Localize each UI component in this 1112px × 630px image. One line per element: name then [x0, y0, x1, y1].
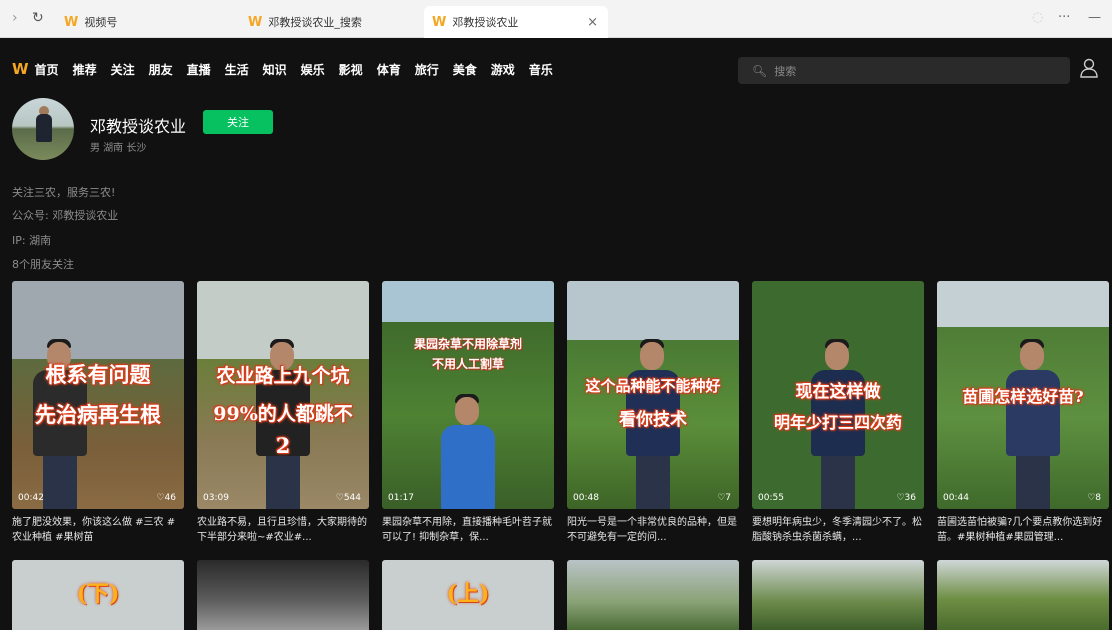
profile-bio: 关注三农，服务三农!	[12, 186, 116, 199]
tab-label: 邓教授谈农业_搜索	[268, 16, 362, 29]
video-overlay-subtitle: 不用人工割草	[431, 357, 504, 371]
search-icon: 🔍︎	[752, 63, 768, 78]
video-overlay-title: 苗圃怎样选好苗?	[962, 387, 1084, 406]
nav-item-home[interactable]: 首页	[35, 61, 59, 78]
video-overlay-subtitle: 99%的人都跳不	[213, 403, 353, 425]
search-input[interactable]: 🔍︎ 搜索	[738, 57, 1070, 84]
video-caption[interactable]: 果园杂草不用除，直接播种毛叶苕子就可以了! 抑制杂草，保...	[382, 515, 554, 547]
nav-item-games[interactable]: 游戏	[491, 61, 515, 78]
tab-video-channel[interactable]: W 视频号	[56, 6, 226, 38]
tab-label: 视频号	[84, 16, 118, 29]
video-thumbnail[interactable]: 根系有问题 先治病再生根 00:42 ♡46	[12, 281, 184, 509]
nav-item-food[interactable]: 美食	[453, 61, 477, 78]
video-duration: 00:42	[18, 493, 44, 503]
channel-logo-icon[interactable]: W	[12, 60, 29, 78]
video-overlay-title: (下)	[76, 581, 120, 607]
video-thumbnail[interactable]: 现在这样做 明年少打三四次药 00:55 ♡36	[752, 281, 924, 509]
channel-logo-icon: W	[432, 14, 447, 30]
nav-item-live[interactable]: 直播	[187, 61, 211, 78]
video-thumbnail[interactable]: 农业路上九个坑 99%的人都跳不 2 03:09 ♡544	[197, 281, 369, 509]
shield-icon: ◌	[1032, 10, 1044, 25]
nav-item-travel[interactable]: 旅行	[415, 61, 439, 78]
video-card[interactable]: 苗圃怎样选好苗? 00:44 ♡8 苗圃选苗怕被骗?几个要点教你选到好苗。#果树…	[937, 281, 1109, 547]
video-caption[interactable]: 阳光一号是一个非常优良的品种，但是不可避免有一定的问...	[567, 515, 739, 547]
user-icon[interactable]	[1080, 58, 1098, 78]
video-duration: 00:55	[758, 493, 784, 503]
video-thumbnail[interactable]: 果园杂草不用除草剂 不用人工割草 01:17	[382, 281, 554, 509]
video-duration: 03:09	[203, 493, 229, 503]
video-caption[interactable]: 农业路不易，且行且珍惜，大家期待的下半部分来啦~#农业#...	[197, 515, 369, 547]
tab-search[interactable]: W 邓教授谈农业_搜索	[240, 6, 410, 38]
video-card[interactable]	[752, 560, 924, 630]
nav-item-knowledge[interactable]: 知识	[263, 61, 287, 78]
video-card[interactable]: 这个品种能不能种好 看你技术 00:48 ♡7 阳光一号是一个非常优良的品种，但…	[567, 281, 739, 547]
more-menu-icon[interactable]: ···	[1058, 10, 1070, 25]
video-duration: 00:48	[573, 493, 599, 503]
video-overlay-title: 这个品种能不能种好	[585, 377, 721, 395]
video-duration: 00:44	[943, 493, 969, 503]
minimize-icon[interactable]: —	[1088, 10, 1101, 25]
profile-friends-following[interactable]: 8个朋友关注	[12, 256, 74, 272]
channel-logo-icon: W	[248, 14, 263, 30]
video-overlay-part: 2	[275, 433, 291, 458]
video-likes: ♡36	[896, 493, 916, 503]
video-overlay-title: (上)	[446, 581, 490, 607]
video-duration: 01:17	[388, 493, 414, 503]
tab-label: 邓教授谈农业	[452, 16, 519, 29]
profile-name: 邓教授谈农业	[90, 117, 187, 136]
nav-item-friends[interactable]: 朋友	[149, 61, 173, 78]
nav-item-life[interactable]: 生活	[225, 61, 249, 78]
back-icon[interactable]: ›	[12, 10, 18, 26]
video-card[interactable]: 农业路上九个坑 99%的人都跳不 2 03:09 ♡544 农业路不易，且行且珍…	[197, 281, 369, 547]
nav-item-film[interactable]: 影视	[339, 61, 363, 78]
refresh-icon[interactable]: ↻	[32, 10, 44, 26]
video-card[interactable]	[567, 560, 739, 630]
browser-tab-bar: › ↻ W 视频号 W 邓教授谈农业_搜索 W 邓教授谈农业 × ◌ ··· —	[0, 0, 1112, 38]
video-card[interactable]	[197, 560, 369, 630]
video-caption[interactable]: 施了肥没效果，你该这么做 #三农 #农业种植 #果树苗	[12, 515, 184, 547]
video-likes: ♡46	[156, 493, 176, 503]
profile-meta: 男 湖南 长沙	[90, 143, 147, 154]
video-card[interactable]: 根系有问题 先治病再生根 00:42 ♡46 施了肥没效果，你该这么做 #三农 …	[12, 281, 184, 547]
category-nav: W 首页 推荐 关注 朋友 直播 生活 知识 娱乐 影视 体育 旅行 美食 游戏…	[12, 60, 567, 78]
video-thumbnail[interactable]: 这个品种能不能种好 看你技术 00:48 ♡7	[567, 281, 739, 509]
video-card[interactable]: (上)	[382, 560, 554, 630]
video-likes: ♡544	[335, 493, 361, 503]
video-overlay-subtitle: 明年少打三四次药	[773, 413, 902, 432]
nav-item-sports[interactable]: 体育	[377, 61, 401, 78]
video-card[interactable]: 果园杂草不用除草剂 不用人工割草 01:17 果园杂草不用除，直接播种毛叶苕子就…	[382, 281, 554, 547]
video-overlay-title: 果园杂草不用除草剂	[413, 337, 522, 351]
video-overlay-title: 现在这样做	[795, 382, 881, 402]
video-overlay-subtitle: 先治病再生根	[35, 402, 161, 427]
video-caption[interactable]: 苗圃选苗怕被骗?几个要点教你选到好苗。#果树种植#果园管理...	[937, 515, 1109, 547]
avatar	[12, 98, 74, 160]
video-likes: ♡7	[717, 493, 731, 503]
nav-item-entertainment[interactable]: 娱乐	[301, 61, 325, 78]
video-card[interactable]: (下)	[12, 560, 184, 630]
video-thumbnail[interactable]: 苗圃怎样选好苗? 00:44 ♡8	[937, 281, 1109, 509]
video-caption[interactable]: 要想明年病虫少，冬季清园少不了。松脂酸钠杀虫杀菌杀螨，...	[752, 515, 924, 547]
tab-profile[interactable]: W 邓教授谈农业 ×	[424, 6, 608, 38]
video-card[interactable]	[937, 560, 1109, 630]
close-tab-icon[interactable]: ×	[587, 15, 598, 30]
video-overlay-title: 根系有问题	[45, 362, 151, 387]
nav-item-recommend[interactable]: 推荐	[73, 61, 97, 78]
nav-item-music[interactable]: 音乐	[529, 61, 553, 78]
profile-official-account: 公众号: 邓教授谈农业	[12, 209, 119, 222]
search-placeholder: 搜索	[774, 64, 797, 78]
video-likes: ♡8	[1087, 493, 1101, 503]
video-card[interactable]: 现在这样做 明年少打三四次药 00:55 ♡36 要想明年病虫少，冬季清园少不了…	[752, 281, 924, 547]
video-overlay-subtitle: 看你技术	[619, 410, 687, 430]
video-overlay-title: 农业路上九个坑	[216, 365, 350, 387]
profile-ip: IP: 湖南	[12, 234, 52, 247]
follow-button[interactable]: 关注	[203, 110, 273, 134]
channel-logo-icon: W	[64, 14, 79, 30]
nav-item-following[interactable]: 关注	[111, 61, 135, 78]
